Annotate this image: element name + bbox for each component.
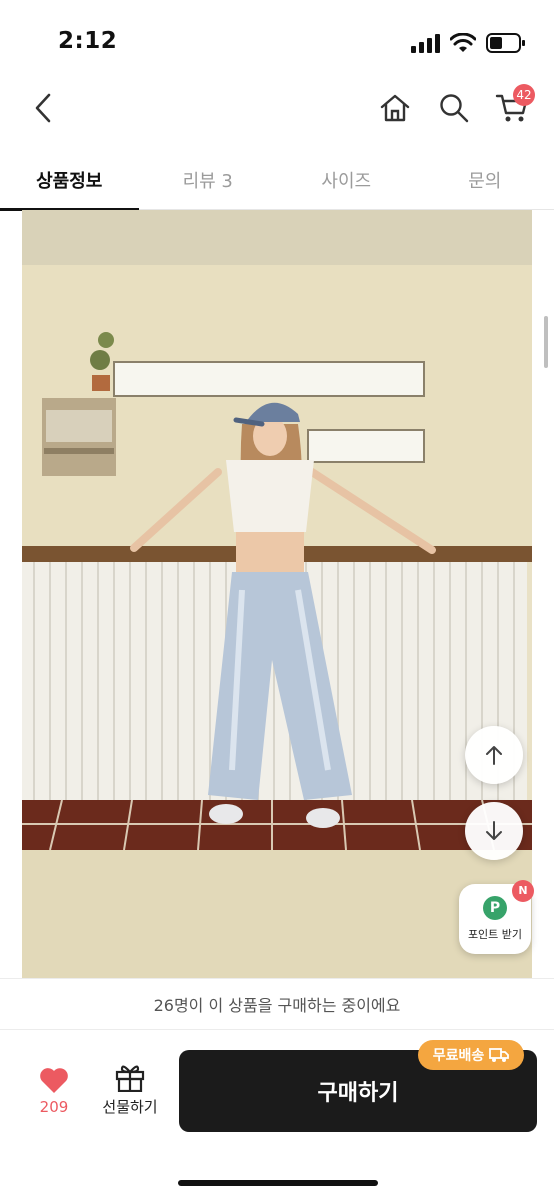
- back-button[interactable]: [26, 88, 60, 128]
- status-icons: [410, 32, 526, 54]
- gift-label: 선물하기: [102, 1098, 158, 1116]
- product-detail-screen: 2:12 42 상품정보 리뷰 3 사이즈 문의 P 포인트 받기 N 26명이…: [0, 0, 554, 1200]
- product-photo: [22, 210, 532, 978]
- arrow-down-icon: [486, 821, 502, 840]
- wifi-icon: [450, 33, 476, 52]
- point-icon: P: [483, 896, 507, 920]
- gift-button[interactable]: 선물하기: [96, 1062, 164, 1126]
- tab-size[interactable]: 사이즈: [277, 150, 416, 210]
- point-reward-label: 포인트 받기: [467, 928, 523, 941]
- cart-count-badge: 42: [513, 84, 535, 106]
- free-shipping-badge: 무료배송: [418, 1040, 524, 1070]
- search-icon: [440, 94, 469, 123]
- arrow-up-icon: [486, 746, 502, 765]
- scroll-up-button[interactable]: [465, 726, 523, 784]
- search-button[interactable]: [434, 88, 474, 128]
- status-time: 2:12: [58, 28, 118, 54]
- purchase-activity-notice: 26명이 이 상품을 구매하는 중이에요: [0, 978, 554, 1030]
- home-indicator: [178, 1180, 378, 1186]
- like-button[interactable]: 209: [30, 1066, 78, 1126]
- tab-bar: 상품정보 리뷰 3 사이즈 문의: [0, 150, 554, 211]
- app-header: [0, 80, 554, 140]
- chevron-left-icon: [35, 93, 51, 123]
- status-bar: 2:12: [0, 0, 554, 86]
- free-shipping-label: 무료배송: [432, 1048, 485, 1064]
- battery-icon: [486, 33, 525, 53]
- home-icon: [380, 94, 410, 122]
- tab-reviews[interactable]: 리뷰 3: [139, 150, 278, 210]
- home-button[interactable]: [375, 88, 415, 128]
- like-count: 209: [39, 1098, 69, 1116]
- scroll-down-button[interactable]: [465, 802, 523, 860]
- tab-product-info[interactable]: 상품정보: [0, 150, 139, 211]
- truck-icon: [489, 1048, 510, 1062]
- gift-icon: [115, 1065, 145, 1092]
- heart-icon: [40, 1068, 68, 1093]
- new-badge: N: [512, 880, 534, 902]
- scroll-indicator[interactable]: [544, 316, 548, 368]
- signal-icon: [411, 34, 440, 53]
- tab-inquiry[interactable]: 문의: [416, 150, 554, 210]
- product-photo-illustration: [22, 210, 532, 978]
